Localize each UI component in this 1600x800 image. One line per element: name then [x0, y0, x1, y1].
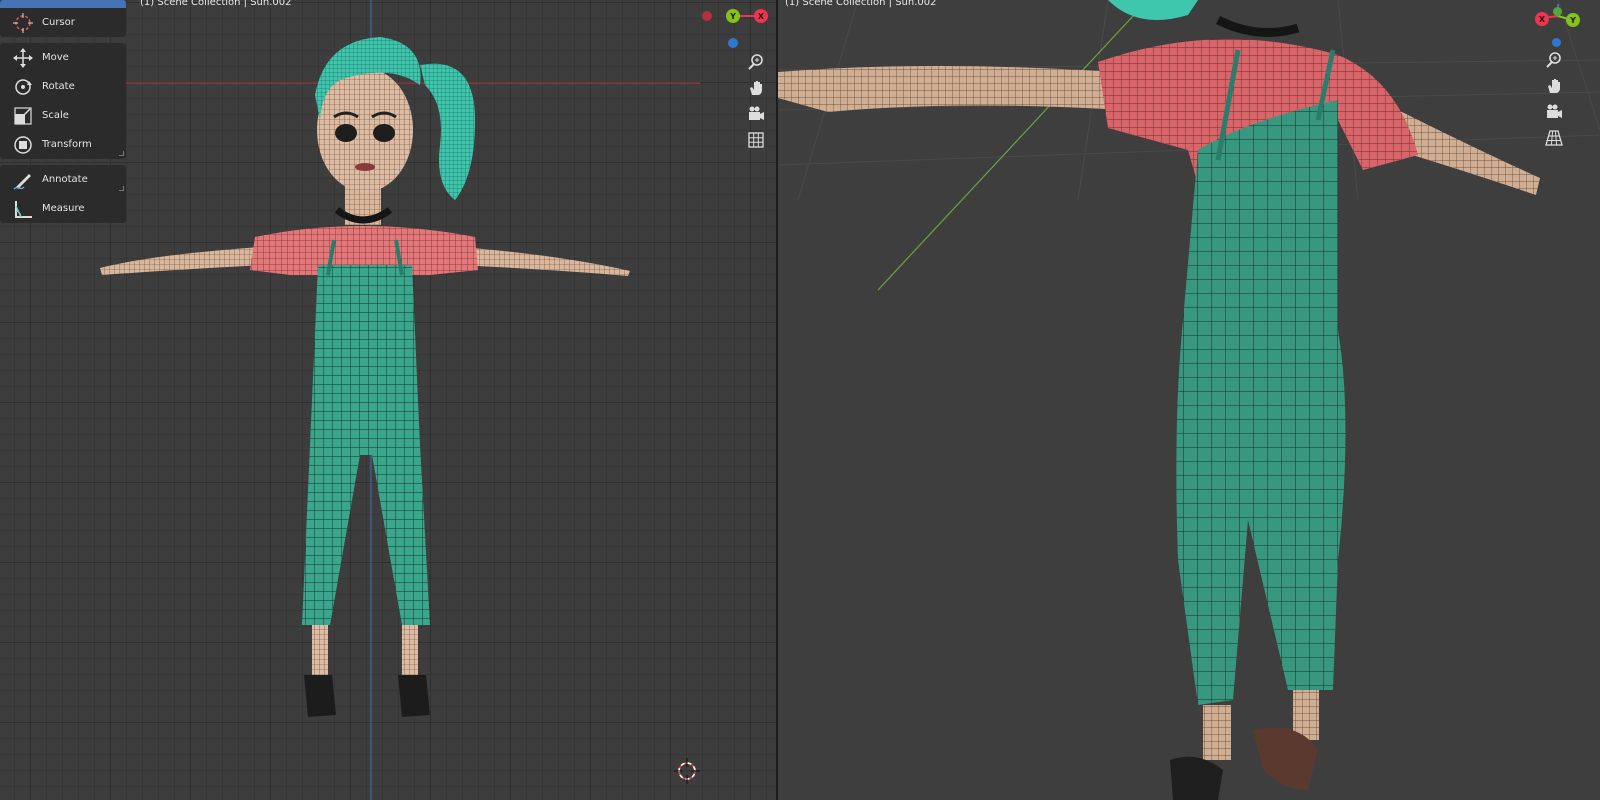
move-icon — [13, 47, 33, 68]
tool-label: Annotate — [42, 174, 88, 185]
tool-label: Rotate — [42, 81, 75, 92]
z-axis-dot[interactable] — [728, 38, 738, 48]
scale-icon — [14, 106, 32, 125]
tool-label: Cursor — [42, 17, 75, 28]
navigation-controls — [747, 53, 765, 149]
tool-label: Scale — [42, 110, 69, 121]
cursor-icon — [13, 12, 33, 33]
transform-icon — [14, 135, 32, 154]
camera-icon[interactable] — [747, 105, 765, 123]
x-axis-dot[interactable]: X — [754, 9, 768, 23]
select-tool-active[interactable] — [0, 0, 126, 8]
3d-cursor-icon — [674, 758, 700, 784]
pan-hand-icon[interactable] — [747, 79, 765, 97]
zoom-icon[interactable] — [747, 53, 765, 71]
neg-y-axis-dot[interactable] — [1553, 7, 1562, 16]
tool-label: Measure — [42, 203, 85, 214]
perspective-viewport[interactable]: (1) Scene Collection | Sun.002 X Y — [778, 0, 1600, 800]
measure-icon — [15, 200, 32, 218]
neg-x-axis-dot[interactable] — [702, 11, 712, 21]
rotate-icon — [15, 78, 32, 95]
neg-z-axis-dot[interactable] — [1552, 38, 1561, 47]
grid-ortho-icon[interactable] — [747, 131, 765, 149]
character-model-perspective[interactable] — [778, 0, 1548, 800]
y-axis-dot[interactable]: Y — [726, 9, 740, 23]
front-viewport[interactable]: (1) Scene Collection | Sun.002 Cursor Mo… — [0, 0, 776, 800]
tool-label: Move — [42, 52, 69, 63]
character-model-front[interactable] — [90, 25, 650, 735]
annotate-icon — [13, 173, 31, 190]
y-axis-dot[interactable]: Y — [1566, 13, 1580, 27]
orientation-gizmo[interactable]: Y X — [700, 6, 770, 52]
tool-label: Transform — [42, 139, 92, 150]
